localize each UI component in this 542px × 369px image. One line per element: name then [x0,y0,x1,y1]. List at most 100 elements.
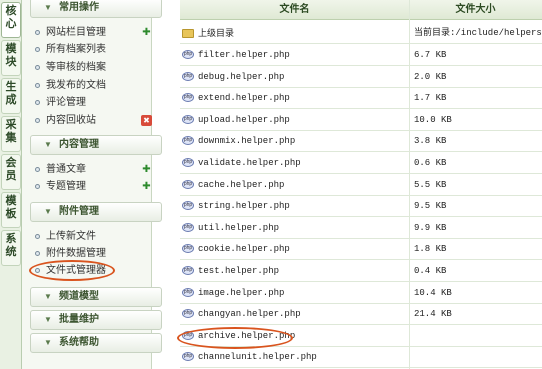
bullet-icon [35,47,40,52]
file-name-link[interactable]: extend.helper.php [182,87,290,109]
vtab-system[interactable]: 系统 [1,230,21,266]
menu-item-articles[interactable]: 普通文章 ✚ [32,161,152,178]
file-size: 9.5 KB [409,195,542,218]
file-name-link[interactable]: debug.helper.php [182,66,284,88]
menu-item-label: 专题管理 [46,181,86,192]
file-row[interactable]: php debug.helper.php 2.0 KB [180,65,542,88]
vtab-member-label: 会员 [5,157,17,182]
bullet-icon [35,251,40,256]
sidebar-menu: ▼ 常用操作 网站栏目管理 ✚ 所有档案列表 等审核的档案 我发布的文档 评论管… [22,0,162,369]
expand-arrow-icon: ▼ [44,338,52,347]
file-size: 1.7 KB [409,87,542,110]
file-size: 10.4 KB [409,281,542,304]
vtab-member[interactable]: 会员 [1,154,21,190]
menu-item-label: 网站栏目管理 [46,27,106,38]
table-header: 文件名 文件大小 [180,0,542,20]
menu-item-label: 附件数据管理 [46,248,106,259]
file-row[interactable]: php changyan.helper.php 21.4 KB [180,303,542,326]
vtab-core[interactable]: 核心 [1,2,21,38]
menu-group-content[interactable]: ▼ 内容管理 [30,135,162,155]
bullet-icon [35,65,40,70]
menu-group-system-help[interactable]: ▼ 系统帮助 [30,333,162,353]
file-row[interactable]: php string.helper.php 9.5 KB [180,195,542,218]
menu-group-label: 常用操作 [59,2,99,13]
file-name-link[interactable]: test.helper.php [182,260,279,282]
menu-item-attachment-data[interactable]: 附件数据管理 [32,245,152,262]
file-row[interactable]: php channelunit.helper.php [180,346,542,369]
menu-item-upload-file[interactable]: 上传新文件 [32,228,152,245]
file-row[interactable]: php filter.helper.php 6.7 KB [180,44,542,66]
file-row[interactable]: php cache.helper.php 5.5 KB [180,173,542,196]
file-row[interactable]: php image.helper.php 10.4 KB [180,281,542,304]
file-size [409,346,542,369]
column-header-filesize: 文件大小 [455,4,496,15]
menu-item-columns[interactable]: 网站栏目管理 ✚ [32,24,152,41]
bullet-icon [35,30,40,35]
vtab-module[interactable]: 模块 [1,40,21,76]
file-name-link[interactable]: validate.helper.php [182,152,301,174]
file-name-link[interactable]: filter.helper.php [182,44,290,66]
menu-item-comments[interactable]: 评论管理 [32,94,152,111]
file-name-link[interactable]: channelunit.helper.php [182,346,317,368]
menu-group-attachments[interactable]: ▼ 附件管理 [30,202,162,222]
file-row[interactable]: php util.helper.php 9.9 KB [180,216,542,239]
parent-dir-row[interactable]: 上级目录 当前目录:/include/helpers [180,22,542,44]
bullet-icon [35,118,40,123]
menu-item-pending-review[interactable]: 等审核的档案 [32,59,152,76]
collapse-arrow-icon: ▼ [44,3,52,12]
vtab-generate[interactable]: 生成 [1,78,21,114]
vtab-generate-label: 生成 [5,81,17,106]
file-name-link[interactable]: downmix.helper.php [182,130,295,152]
collapse-arrow-icon: ▼ [44,207,52,216]
menu-group-common[interactable]: ▼ 常用操作 [30,0,162,18]
file-size: 21.4 KB [409,303,542,326]
file-row[interactable]: php downmix.helper.php 3.8 KB [180,130,542,153]
parent-dir-link[interactable]: 上级目录 [182,22,234,44]
vtab-template-label: 模板 [5,195,17,220]
file-name-link[interactable]: cache.helper.php [182,174,284,196]
column-header-filename: 文件名 [279,4,310,15]
menu-item-label: 所有档案列表 [46,44,106,55]
file-row[interactable]: php cookie.helper.php 1.8 KB [180,238,542,261]
file-size: 0.6 KB [409,152,542,174]
menu-item-all-archives[interactable]: 所有档案列表 [32,41,152,58]
file-row[interactable]: php extend.helper.php 1.7 KB [180,87,542,110]
file-size: 3.8 KB [409,130,542,153]
file-name-link[interactable]: string.helper.php [182,195,290,217]
file-size: 6.7 KB [409,44,542,66]
vtab-collect[interactable]: 采集 [1,116,21,152]
file-name-link[interactable]: cookie.helper.php [182,238,290,260]
add-icon[interactable]: ✚ [141,181,152,192]
file-size [409,324,542,347]
bullet-icon [35,167,40,172]
add-icon[interactable]: ✚ [141,164,152,175]
menu-item-label: 上传新文件 [46,231,96,242]
add-icon[interactable]: ✚ [141,27,152,38]
vtab-template[interactable]: 模板 [1,192,21,228]
file-size: 1.8 KB [409,238,542,261]
bullet-icon [35,234,40,239]
menu-group-label: 系统帮助 [59,337,99,348]
vertical-tab-strip: 核心 模块 生成 采集 会员 模板 系统 [0,0,22,369]
expand-arrow-icon: ▼ [44,292,52,301]
highlight-oval [29,260,115,281]
menu-item-topics[interactable]: 专题管理 ✚ [32,178,152,195]
file-name-link[interactable]: util.helper.php [182,217,279,239]
file-list-panel: 文件名 文件大小 上级目录 当前目录:/include/helpers php f… [175,0,542,369]
file-row[interactable]: php test.helper.php 0.4 KB [180,260,542,282]
menu-item-my-docs[interactable]: 我发布的文档 [32,77,152,94]
trash-icon[interactable]: ✖ [141,115,152,126]
menu-item-recycle-bin[interactable]: 内容回收站 ✖ [32,112,152,129]
vtab-core-label: 核心 [5,5,17,30]
file-row[interactable]: php validate.helper.php 0.6 KB [180,152,542,174]
menu-group-channel-model[interactable]: ▼ 频道模型 [30,287,162,307]
menu-item-label: 我发布的文档 [46,80,106,91]
menu-group-batch-maintenance[interactable]: ▼ 批量维护 [30,310,162,330]
menu-item-label: 普通文章 [46,164,86,175]
file-size: 5.5 KB [409,173,542,196]
file-name-link[interactable]: changyan.helper.php [182,303,301,325]
file-name-link[interactable]: upload.helper.php [182,109,290,131]
file-row[interactable]: php upload.helper.php 10.0 KB [180,108,542,131]
file-name-link[interactable]: image.helper.php [182,282,284,304]
vtab-collect-label: 采集 [5,119,17,144]
